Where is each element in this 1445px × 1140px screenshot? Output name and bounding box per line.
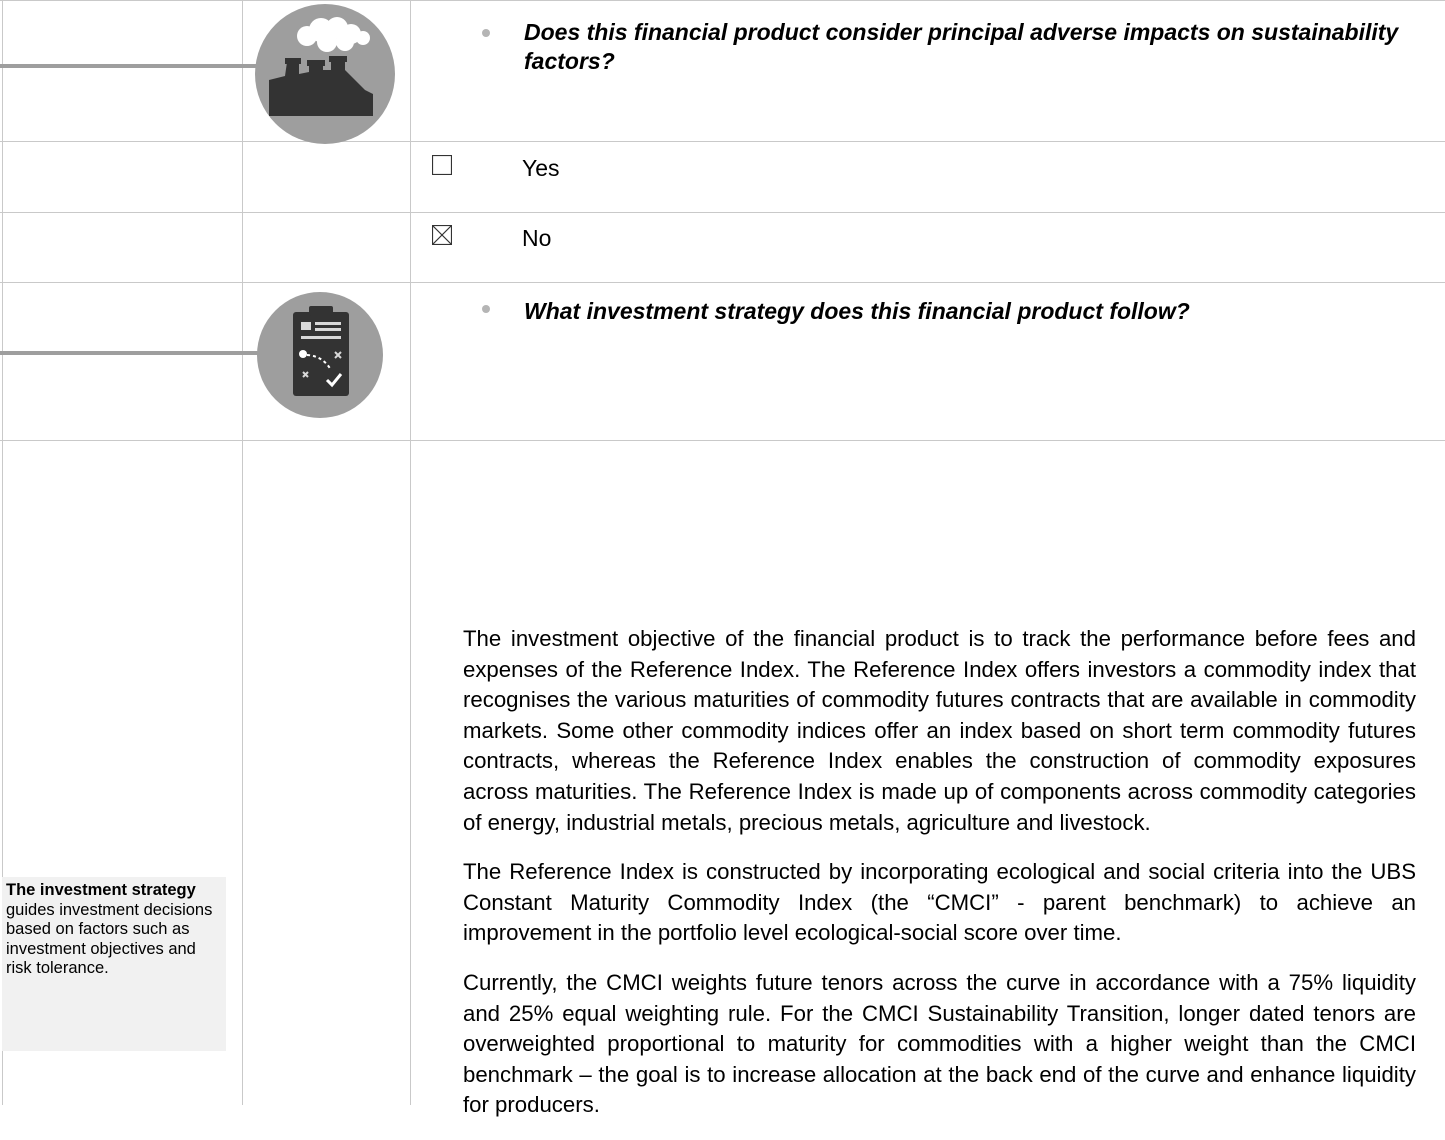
question-bullet: [482, 29, 490, 37]
paragraph: The Reference Index is constructed by in…: [463, 859, 1416, 946]
connector-line-pai: [0, 64, 262, 68]
option-label-yes: Yes: [522, 155, 560, 181]
grid-line-middle: [242, 0, 243, 1105]
grid-line-right: [410, 0, 411, 1105]
grid-line-row2: [0, 212, 1445, 213]
side-note-text: guides investment decisions based on fac…: [6, 900, 213, 978]
side-note-investment-strategy: The investment strategy guides investmen…: [2, 877, 226, 1051]
paragraph: Currently, the CMCI weights future tenor…: [463, 969, 1416, 1118]
grid-line-top: [0, 0, 1445, 1]
question-bullet: [482, 305, 490, 313]
clipboard-strategy-icon: [257, 292, 383, 418]
checkbox-yes[interactable]: [431, 154, 453, 176]
grid-line-row4: [0, 440, 1445, 441]
strategy-description: The investment objective of the financia…: [463, 624, 1416, 1140]
option-label-no: No: [522, 225, 552, 251]
checkbox-no[interactable]: [431, 224, 453, 246]
grid-line-row3: [0, 282, 1445, 283]
question-pai: Does this financial product consider pri…: [524, 19, 1399, 74]
grid-line-row1: [0, 141, 1445, 142]
paragraph: The investment objective of the financia…: [463, 626, 1416, 835]
connector-line-strategy: [0, 351, 262, 355]
side-note-bold: The investment strategy: [6, 881, 196, 899]
question-strategy: What investment strategy does this finan…: [524, 298, 1190, 324]
factory-smoke-icon: [255, 4, 395, 144]
